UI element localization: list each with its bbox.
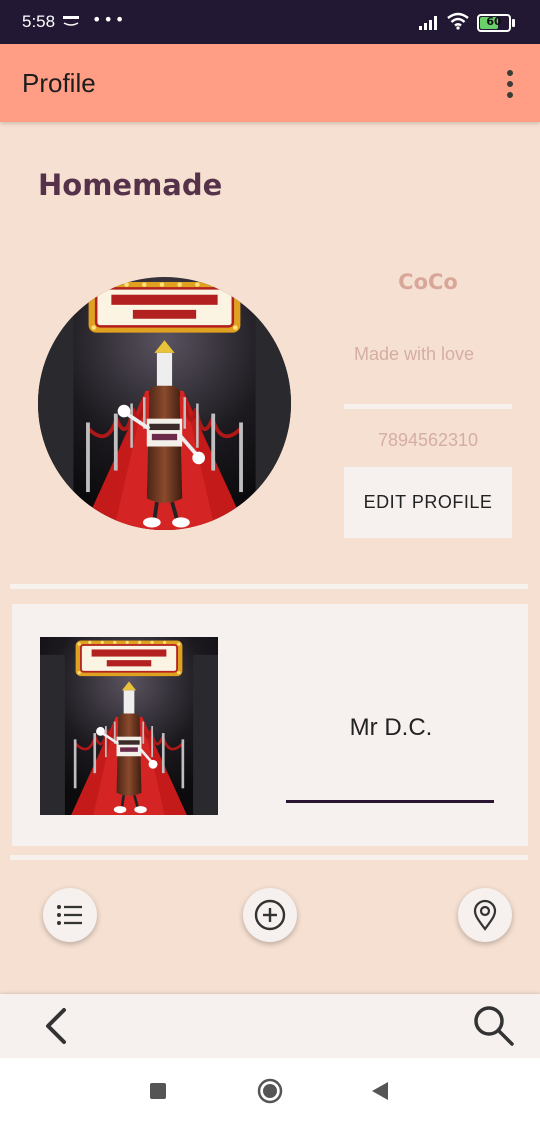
back-chevron-icon bbox=[46, 1008, 66, 1044]
add-button[interactable] bbox=[243, 888, 297, 942]
profile-bio: Made with love bbox=[353, 344, 475, 364]
list-item-title: Mr D.C. bbox=[349, 714, 433, 741]
profile-phone: 7894562310 bbox=[377, 430, 479, 450]
section-divider bbox=[10, 855, 528, 860]
profile-divider bbox=[344, 404, 512, 409]
add-circle-icon bbox=[254, 899, 286, 931]
triangle-back-icon bbox=[372, 1082, 388, 1100]
list-item[interactable]: Mr D.C. bbox=[12, 604, 528, 846]
back-button[interactable] bbox=[34, 1004, 78, 1048]
search-icon bbox=[474, 1006, 514, 1046]
signal-icon bbox=[419, 16, 437, 30]
amazon-icon bbox=[63, 16, 79, 26]
app-bar: Profile bbox=[0, 44, 540, 122]
square-icon bbox=[150, 1083, 166, 1099]
more-notifications: ••• bbox=[92, 10, 127, 29]
page-heading: Homemade bbox=[38, 168, 223, 202]
location-button[interactable] bbox=[458, 888, 512, 942]
location-pin-icon bbox=[473, 899, 497, 931]
wifi-icon bbox=[447, 12, 469, 30]
list-icon bbox=[57, 905, 82, 925]
profile-avatar bbox=[38, 277, 291, 530]
nav-back-button[interactable] bbox=[370, 1080, 392, 1102]
recents-button[interactable] bbox=[148, 1081, 168, 1101]
system-nav-bar bbox=[0, 1058, 540, 1123]
bottom-bar bbox=[0, 994, 540, 1058]
list-button[interactable] bbox=[43, 888, 97, 942]
more-vert-icon[interactable] bbox=[500, 70, 520, 98]
list-item-thumbnail bbox=[39, 637, 219, 815]
search-button[interactable] bbox=[470, 1004, 518, 1048]
edit-profile-button[interactable]: EDIT PROFILE bbox=[344, 467, 512, 538]
circle-icon bbox=[257, 1078, 283, 1104]
battery-icon: 60 bbox=[477, 14, 511, 32]
battery-level: 60 bbox=[486, 15, 502, 28]
status-bar: 5:58 ••• 60 bbox=[0, 0, 540, 44]
profile-name: CoCo bbox=[398, 270, 458, 294]
battery-tip bbox=[512, 19, 515, 27]
home-button[interactable] bbox=[256, 1077, 284, 1105]
status-time: 5:58 bbox=[22, 12, 56, 31]
list-item-underline bbox=[286, 800, 494, 803]
app-bar-title: Profile bbox=[22, 68, 96, 98]
section-divider bbox=[10, 584, 528, 589]
